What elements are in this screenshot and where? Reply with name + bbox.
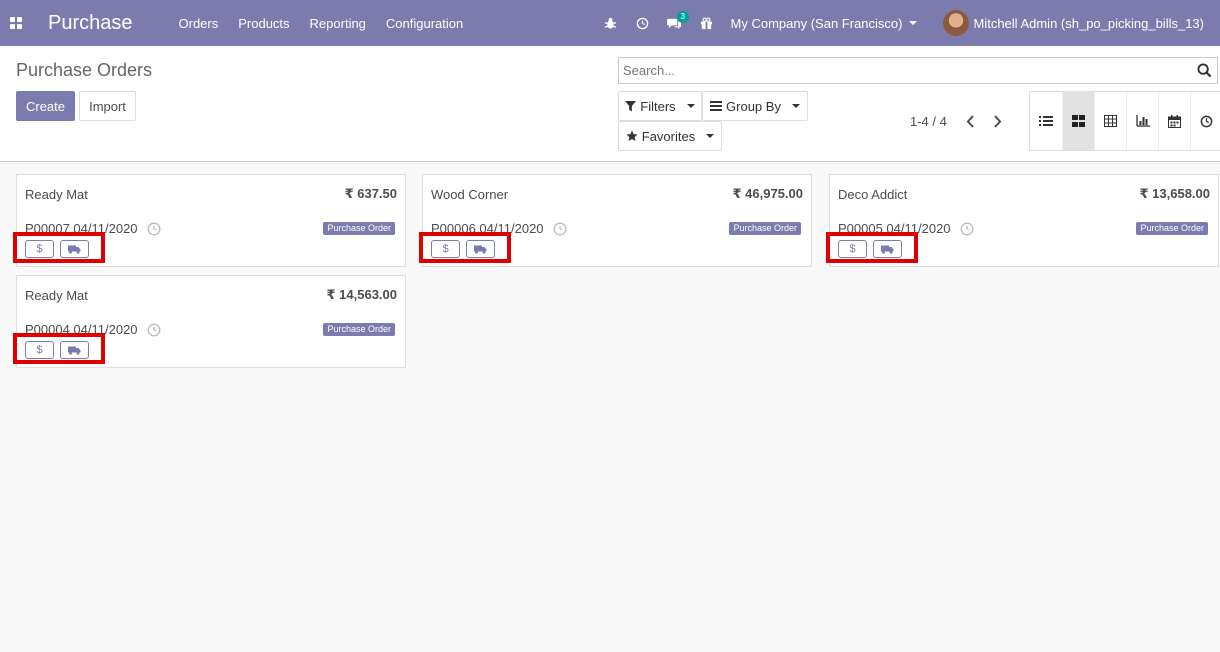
card-amount: ₹ 637.50 xyxy=(344,186,397,201)
company-switcher[interactable]: My Company (San Francisco) xyxy=(731,16,918,31)
status-badge: Purchase Order xyxy=(323,323,395,336)
clock-icon xyxy=(960,222,974,236)
clock-icon xyxy=(553,222,567,236)
company-name: My Company (San Francisco) xyxy=(730,15,903,31)
filters-label: Filters xyxy=(640,98,676,114)
chevron-down-icon xyxy=(909,21,918,25)
status-badge: Purchase Order xyxy=(729,222,801,235)
highlight-box xyxy=(419,232,511,263)
chevron-right-icon xyxy=(993,114,1001,128)
menu-configuration[interactable]: Configuration xyxy=(386,16,463,31)
menu-orders[interactable]: Orders xyxy=(179,16,219,31)
kanban-view-button[interactable] xyxy=(1062,92,1094,150)
create-button[interactable]: Create xyxy=(16,91,75,121)
card-partner-name: Deco Addict xyxy=(838,187,908,202)
bug-icon xyxy=(604,17,617,29)
kanban-card[interactable]: Ready Mat ₹ 14,563.00 P00004 04/11/2020 Pur… xyxy=(13,275,406,368)
kanban-card[interactable]: Deco Addict ₹ 13,658.00 P00005 04/11/2020 P… xyxy=(826,174,1219,267)
group-by-label: Group By xyxy=(726,98,781,114)
debug-button[interactable] xyxy=(595,0,627,46)
chevron-down-icon xyxy=(706,134,715,138)
activity-button[interactable] xyxy=(627,0,659,46)
top-navbar: Purchase Orders Products Reporting Confi… xyxy=(0,0,1220,46)
page-title: Purchase Orders xyxy=(16,60,153,80)
activity-view-icon xyxy=(1200,115,1213,127)
kanban-card[interactable]: Wood Corner ₹ 46,975.00 P00006 04/11/2020 P… xyxy=(419,174,812,267)
graph-view-button[interactable] xyxy=(1126,92,1158,150)
clock-icon xyxy=(147,323,161,337)
favorites-label: Favorites xyxy=(641,128,696,144)
search-input[interactable] xyxy=(623,58,1193,83)
filter-icon xyxy=(625,100,637,112)
messages-button[interactable]: 3 xyxy=(659,0,691,46)
highlight-box xyxy=(13,333,105,364)
menu-reporting[interactable]: Reporting xyxy=(310,16,366,31)
menu-products[interactable]: Products xyxy=(238,16,289,31)
filters-dropdown[interactable]: Filters xyxy=(618,91,702,121)
activity-clock-button[interactable] xyxy=(147,323,161,337)
list-view-icon xyxy=(1039,116,1053,126)
kanban-card[interactable]: Ready Mat ₹ 637.50 P00007 04/11/2020 Purcha… xyxy=(13,174,406,267)
view-switcher xyxy=(1029,91,1220,151)
activity-clock-button[interactable] xyxy=(553,222,567,236)
calendar-view-icon xyxy=(1168,114,1181,128)
highlight-box xyxy=(13,232,105,263)
group-by-dropdown[interactable]: Group By xyxy=(702,91,808,121)
activity-view-button[interactable] xyxy=(1190,92,1220,150)
search-icon xyxy=(1197,63,1212,78)
navbar-systray: 3 My Company (San Francisco) Mitchell Ad… xyxy=(595,0,1220,46)
card-partner-name: Wood Corner xyxy=(431,187,509,202)
bars-icon xyxy=(710,101,723,111)
card-amount: ₹ 46,975.00 xyxy=(732,186,804,201)
gift-button[interactable] xyxy=(691,0,723,46)
pivot-view-button[interactable] xyxy=(1094,92,1126,150)
graph-view-icon xyxy=(1135,115,1150,127)
apps-icon xyxy=(10,17,22,29)
status-badge: Purchase Order xyxy=(1136,222,1208,235)
user-name: Mitchell Admin (sh_po_picking_bills_13) xyxy=(973,15,1204,31)
app-brand[interactable]: Purchase xyxy=(48,12,133,35)
list-view-button[interactable] xyxy=(1030,92,1062,150)
activity-clock-button[interactable] xyxy=(147,222,161,236)
calendar-view-button[interactable] xyxy=(1158,92,1190,150)
gift-icon xyxy=(700,17,713,29)
kanban-view-icon xyxy=(1072,115,1085,127)
card-amount: ₹ 14,563.00 xyxy=(326,287,398,302)
highlight-box xyxy=(826,232,918,263)
pager-value[interactable]: 1-4 / 4 xyxy=(910,114,947,129)
import-button[interactable]: Import xyxy=(79,91,136,121)
chevron-down-icon xyxy=(686,104,695,108)
star-icon xyxy=(626,130,638,141)
card-partner-name: Ready Mat xyxy=(25,288,88,303)
status-badge: Purchase Order xyxy=(323,222,395,235)
clock-icon xyxy=(636,17,649,29)
messages-count-badge: 3 xyxy=(676,11,689,23)
chevron-left-icon xyxy=(966,114,974,128)
clock-icon xyxy=(147,222,161,236)
search-bar xyxy=(618,57,1218,84)
user-menu[interactable]: Mitchell Admin (sh_po_picking_bills_13) xyxy=(943,10,1204,36)
pager-next-button[interactable] xyxy=(990,112,1004,130)
card-partner-name: Ready Mat xyxy=(25,187,88,202)
avatar xyxy=(943,10,970,36)
pivot-view-icon xyxy=(1104,115,1117,127)
pager-previous-button[interactable] xyxy=(963,112,977,130)
activity-clock-button[interactable] xyxy=(960,222,974,236)
chevron-down-icon xyxy=(791,104,800,108)
favorites-dropdown[interactable]: Favorites xyxy=(618,121,722,151)
search-button[interactable] xyxy=(1197,63,1213,79)
apps-menu-button[interactable] xyxy=(0,0,32,46)
card-amount: ₹ 13,658.00 xyxy=(1139,186,1211,201)
control-panel: Purchase Orders Create Import Filters Gr… xyxy=(0,46,1220,162)
